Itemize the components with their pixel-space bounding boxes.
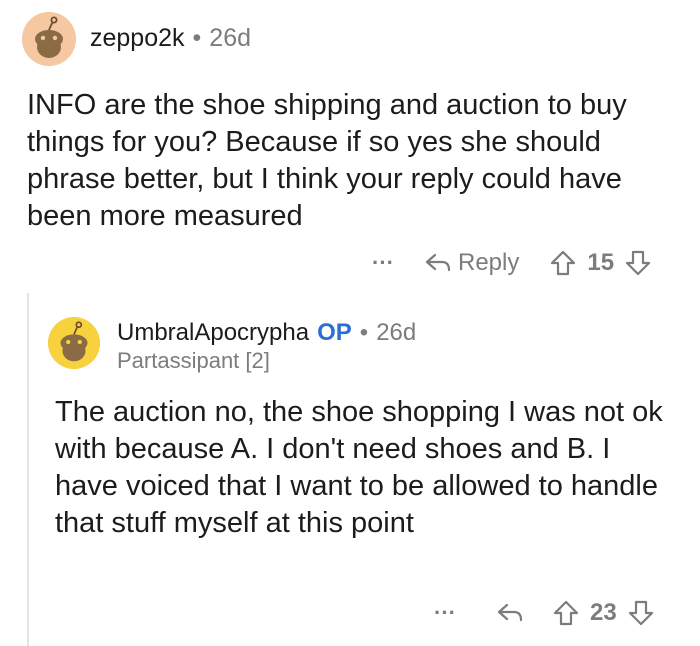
meta-separator: • <box>192 24 202 52</box>
comment-actions: ··· 23 <box>434 599 655 627</box>
more-options-button[interactable]: ··· <box>372 250 394 276</box>
comment-age: 26d <box>376 319 417 346</box>
reply-label: Reply <box>457 249 520 276</box>
upvote-icon[interactable] <box>549 249 577 277</box>
more-options-button[interactable]: ··· <box>434 600 456 626</box>
op-badge: OP <box>317 319 352 346</box>
username-link[interactable]: UmbralApocrypha <box>117 319 309 347</box>
user-avatar[interactable] <box>22 12 76 66</box>
reply-button[interactable]: Reply <box>424 249 519 277</box>
snoo-avatar-icon <box>22 12 76 66</box>
meta-separator: • <box>359 319 369 346</box>
comment-age: 26d <box>209 24 252 52</box>
downvote-icon[interactable] <box>627 599 655 627</box>
reply-arrow-icon <box>425 253 451 272</box>
comment-umbralapocrypha: UmbralApocrypha OP • 26d Partassipant [2… <box>0 300 700 646</box>
comment-meta: zeppo2k • 26d <box>90 24 251 53</box>
user-flair: Partassipant [2] <box>117 348 270 373</box>
comment-zeppo2k: zeppo2k • 26d INFO are the shoe shipping… <box>0 0 700 290</box>
vote-score: 23 <box>589 599 617 626</box>
reply-arrow-icon[interactable] <box>496 601 524 625</box>
upvote-icon[interactable] <box>552 599 580 627</box>
user-avatar[interactable] <box>48 317 100 369</box>
snoo-avatar-icon <box>48 317 100 369</box>
comment-meta: UmbralApocrypha OP • 26d <box>117 319 416 347</box>
username-link[interactable]: zeppo2k <box>90 24 185 53</box>
downvote-icon[interactable] <box>624 249 652 277</box>
comment-body: INFO are the shoe shipping and auction t… <box>27 89 627 232</box>
comment-actions: ··· Reply 15 <box>372 249 652 277</box>
comment-body: The auction no, the shoe shopping I was … <box>55 396 663 539</box>
vote-score: 15 <box>587 249 615 276</box>
